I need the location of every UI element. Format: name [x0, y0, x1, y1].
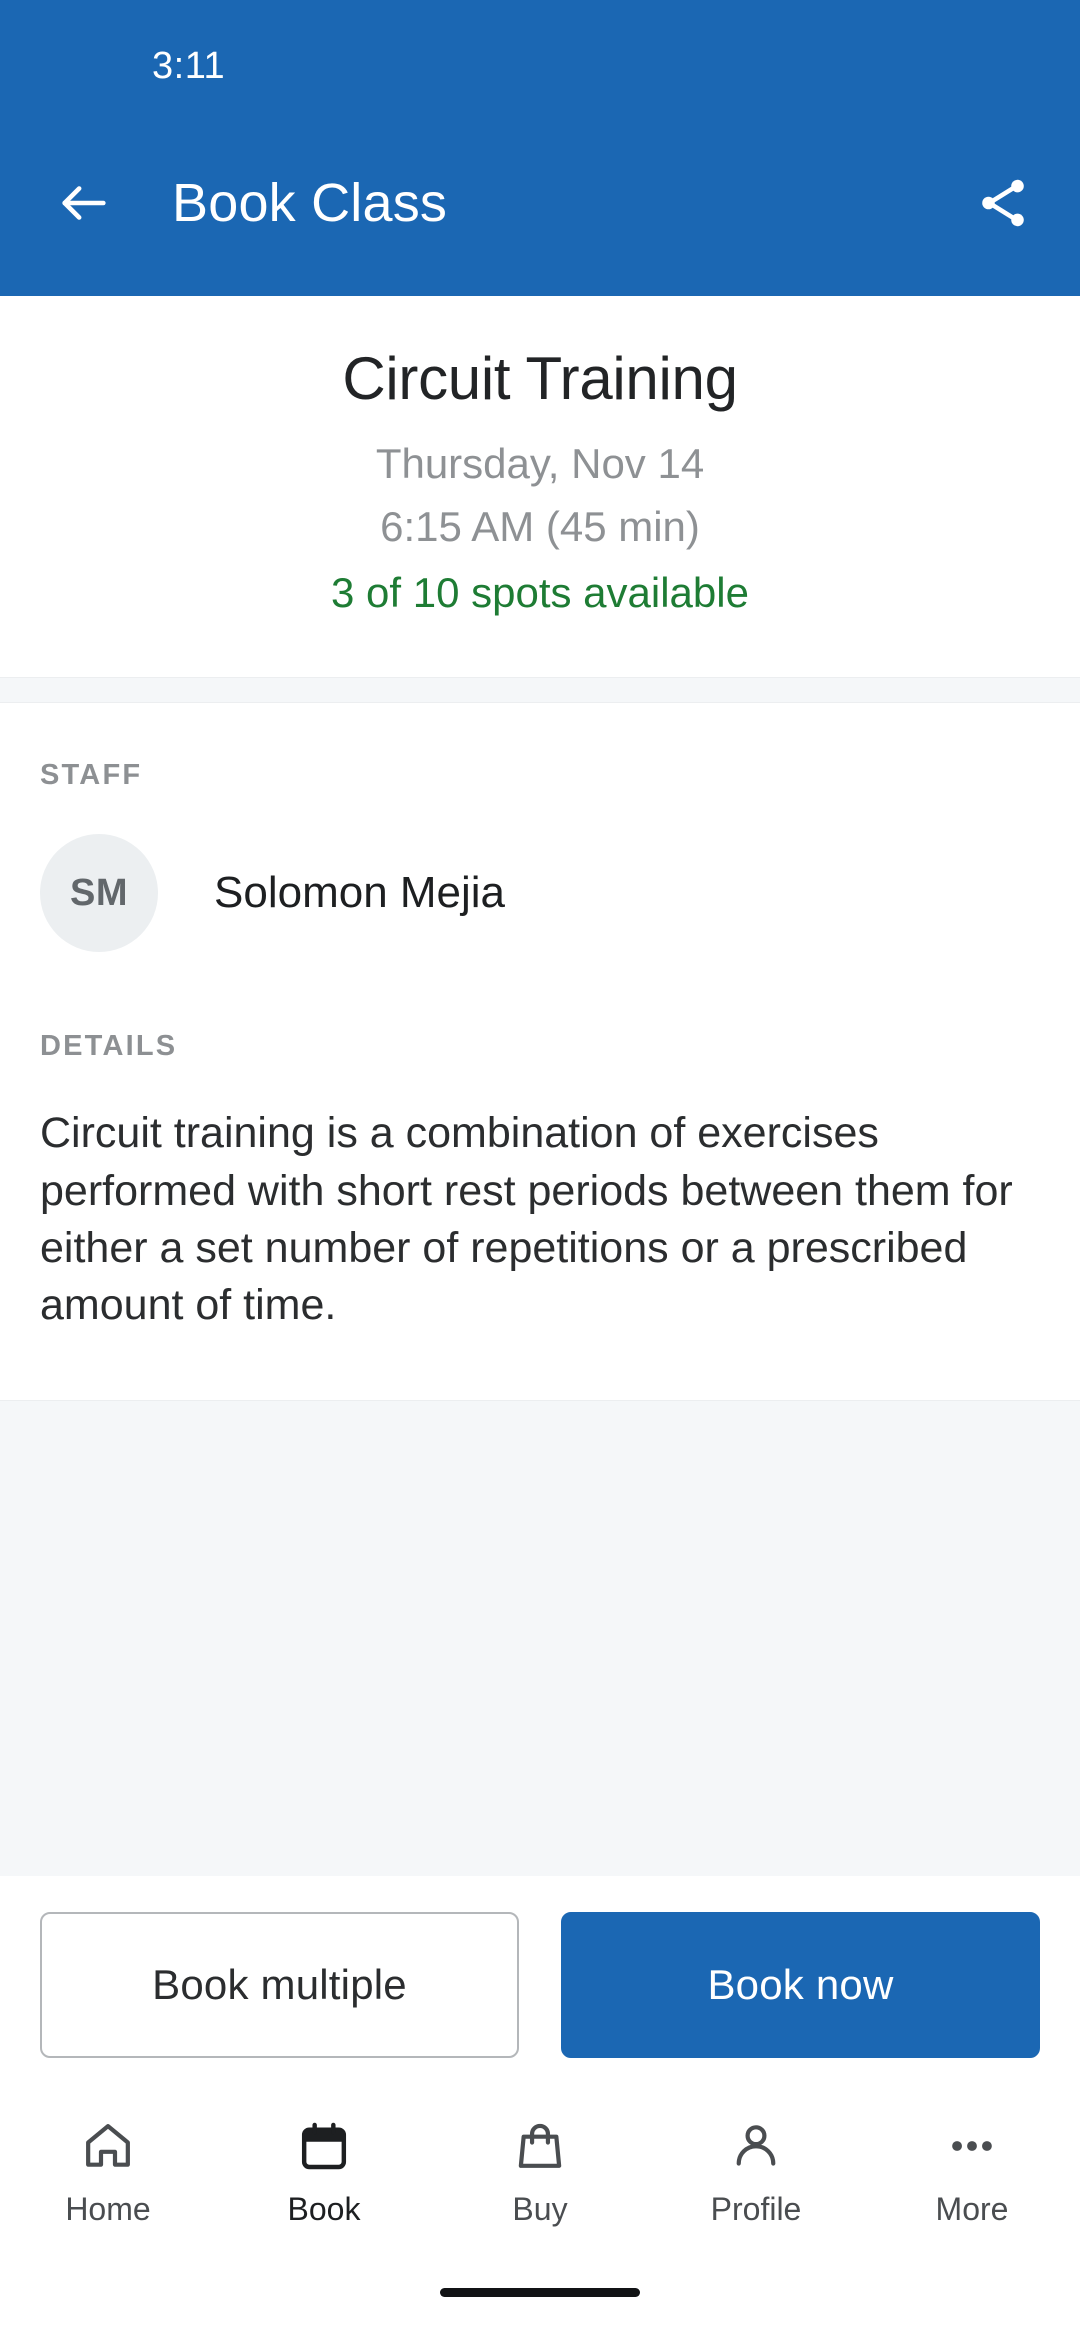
staff-row[interactable]: SM Solomon Mejia	[40, 834, 1040, 960]
bottom-navigation: Home Book Buy Profile More	[0, 2092, 1080, 2288]
class-time: 6:15 AM (45 min)	[380, 503, 700, 551]
nav-label-profile: Profile	[710, 2191, 802, 2227]
person-icon	[728, 2115, 784, 2177]
details-description: Circuit training is a combination of exe…	[40, 1109, 1013, 1329]
more-dots-icon	[944, 2115, 1000, 2177]
scroll-filler	[0, 1400, 1080, 1876]
class-name: Circuit Training	[342, 345, 738, 412]
avatar: SM	[40, 834, 158, 953]
app-screen: 3:11 Book Class Circuit Training Thursda…	[0, 0, 1080, 2340]
book-multiple-button[interactable]: Book multiple	[40, 1912, 519, 2058]
home-icon	[80, 2115, 136, 2177]
content-scroll-area[interactable]: Circuit Training Thursday, Nov 14 6:15 A…	[0, 296, 1080, 1876]
nav-item-more[interactable]: More	[864, 2115, 1080, 2228]
app-bar-row: Book Class	[0, 132, 1080, 296]
staff-name: Solomon Mejia	[214, 868, 506, 918]
arrow-left-icon	[62, 186, 106, 220]
nav-item-buy[interactable]: Buy	[432, 2115, 648, 2228]
calendar-icon	[296, 2115, 352, 2177]
nav-item-home[interactable]: Home	[0, 2115, 216, 2228]
home-indicator[interactable]	[440, 2288, 640, 2297]
section-divider	[0, 677, 1080, 704]
nav-label-more: More	[935, 2191, 1009, 2227]
class-date: Thursday, Nov 14	[375, 439, 705, 487]
nav-label-buy: Buy	[512, 2191, 568, 2227]
class-summary-card: Circuit Training Thursday, Nov 14 6:15 A…	[0, 296, 1080, 678]
action-bar: Book multiple Book now	[0, 1876, 1080, 2092]
nav-item-profile[interactable]: Profile	[648, 2115, 864, 2228]
book-now-button[interactable]: Book now	[561, 1912, 1040, 2058]
home-indicator-bar	[0, 2288, 1080, 2340]
share-icon	[982, 179, 1024, 227]
nav-item-book[interactable]: Book	[216, 2115, 432, 2228]
nav-label-home: Home	[65, 2191, 151, 2227]
back-button[interactable]	[52, 171, 116, 235]
staff-section-label: STAFF	[40, 759, 143, 792]
avatar-initials: SM	[70, 871, 128, 914]
spots-available: 3 of 10 spots available	[331, 568, 749, 616]
share-button[interactable]	[970, 170, 1036, 236]
app-bar: 3:11 Book Class	[0, 0, 1080, 296]
page-title: Book Class	[172, 173, 448, 233]
status-bar: 3:11	[0, 0, 1080, 132]
bag-icon	[512, 2115, 568, 2177]
details-section-label: DETAILS	[40, 1030, 178, 1063]
nav-label-book: Book	[287, 2191, 361, 2227]
status-bar-clock: 3:11	[152, 44, 226, 87]
info-card: STAFF SM Solomon Mejia DETAILS Circuit t…	[0, 703, 1080, 1401]
